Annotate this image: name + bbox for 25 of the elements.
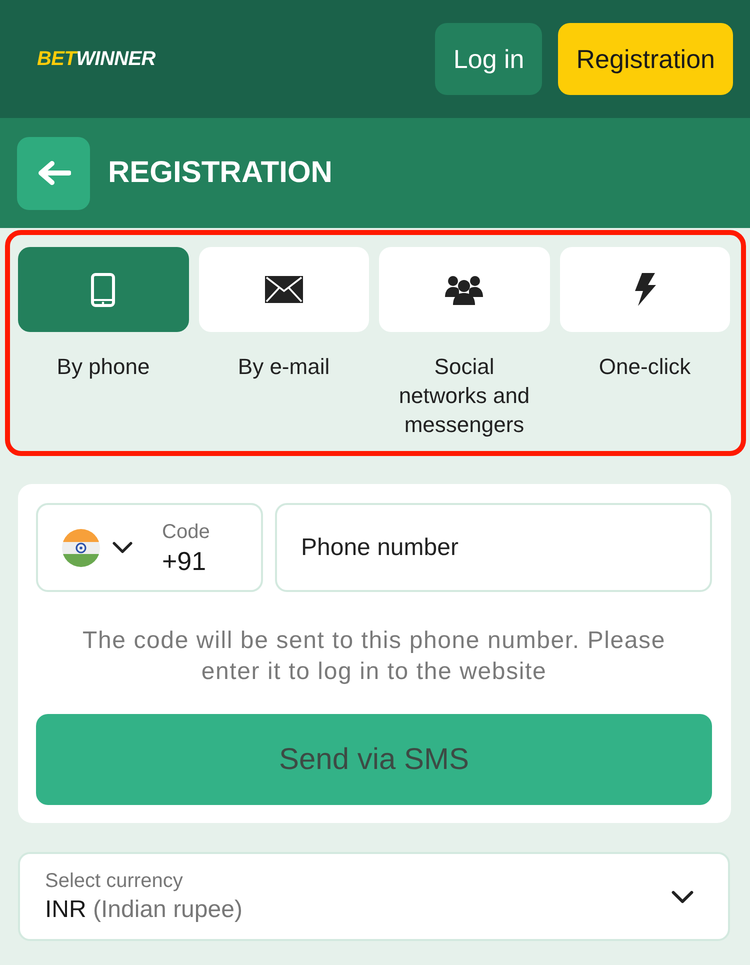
currency-value: INR (Indian rupee) xyxy=(45,894,242,924)
registration-method-tab[interactable]: One-click xyxy=(560,247,730,439)
registration-method-tab[interactable]: Social networks and messengers xyxy=(379,247,550,439)
code-label: Code xyxy=(162,520,210,544)
chevron-down-icon xyxy=(671,890,694,904)
chevron-down-icon xyxy=(112,541,133,554)
flag-icon xyxy=(62,528,100,566)
login-button[interactable]: Log in xyxy=(435,23,542,95)
hint-text: The code will be sent to this phone number. Please enter it to log in to the website xyxy=(82,626,666,687)
registration-button[interactable]: Registration xyxy=(558,23,733,95)
registration-method-tab[interactable]: By e-mail xyxy=(198,247,369,439)
registration-method-tab[interactable]: By phone xyxy=(18,247,188,439)
people-group-icon xyxy=(445,274,484,304)
back-button[interactable] xyxy=(17,136,90,210)
country-code-selector[interactable]: Code +91 xyxy=(36,503,263,592)
page-title: REGISTRATION xyxy=(108,156,332,190)
code-value: +91 xyxy=(162,544,206,576)
arrow-left-icon xyxy=(36,161,70,185)
brand-logo[interactable]: BETWINNER xyxy=(37,48,156,70)
smartphone-icon xyxy=(91,272,116,306)
lightning-bolt-icon xyxy=(634,273,656,306)
envelope-icon xyxy=(264,276,303,303)
currency-label: Select currency xyxy=(45,868,183,894)
currency-select[interactable]: Select currency INR (Indian rupee) xyxy=(18,852,730,941)
phone-number-field[interactable]: Phone number xyxy=(275,503,712,592)
